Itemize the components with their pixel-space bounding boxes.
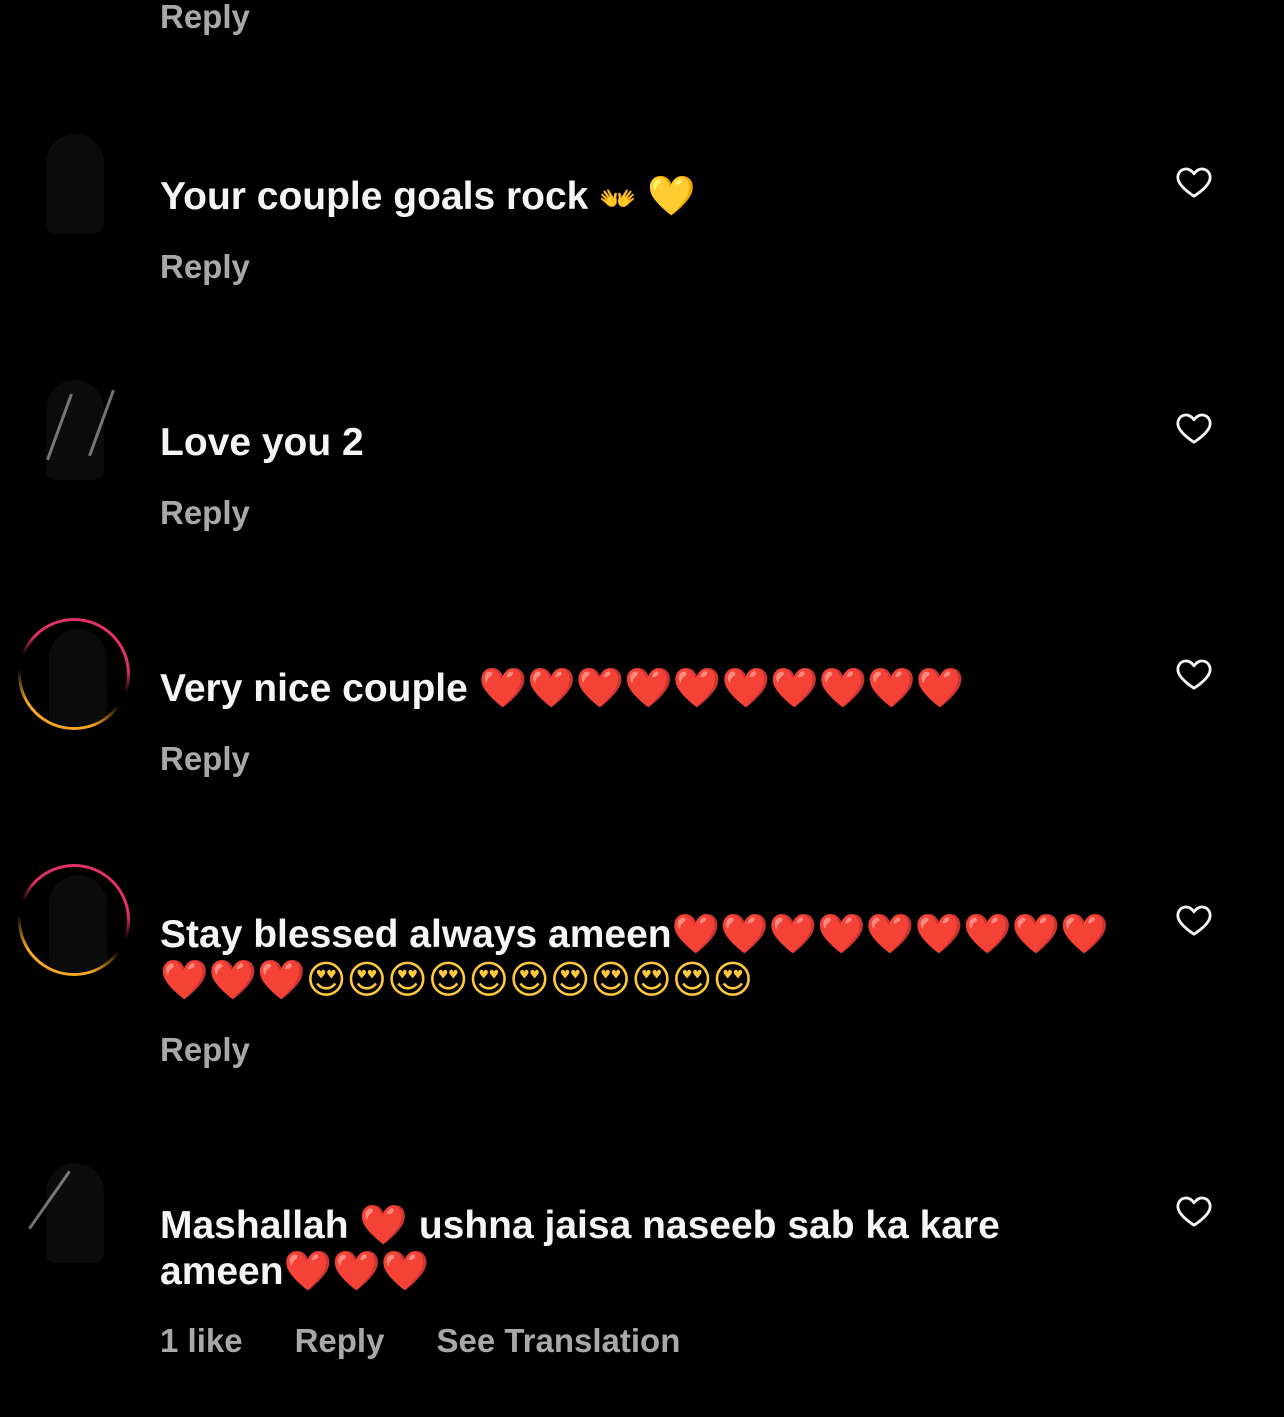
- red-heart-emoji: ❤️: [818, 666, 868, 711]
- comment-actions: Reply: [160, 494, 250, 532]
- comment-body-part1: Mashallah: [160, 1204, 349, 1247]
- red-heart-emoji: ❤️: [768, 912, 818, 957]
- red-heart-emoji: ❤️: [1011, 912, 1061, 957]
- avatar[interactable]: [18, 1155, 130, 1267]
- avatar-silhouette: [49, 875, 107, 973]
- avatar-story-ring[interactable]: [18, 618, 130, 730]
- red-heart-emoji: ❤️: [672, 666, 722, 711]
- red-heart-emoji: ❤️: [359, 1203, 408, 1248]
- red-heart-emoji: ❤️: [720, 912, 769, 957]
- heart-eyes-emoji: 😍: [427, 958, 469, 1003]
- heart-eyes-emoji: 😍: [590, 958, 632, 1003]
- reply-button[interactable]: Reply: [160, 494, 250, 532]
- red-heart-emoji: ❤️: [770, 666, 819, 711]
- heart-eyes-emoji: 😍: [468, 958, 510, 1003]
- comment-actions: 1 like Reply See Translation: [160, 1322, 680, 1360]
- red-heart-emoji: ❤️: [624, 666, 673, 711]
- yellow-heart-emoji: 💛: [647, 174, 696, 219]
- like-count[interactable]: 1 like: [160, 1322, 243, 1360]
- avatar-story-ring[interactable]: [18, 864, 130, 976]
- see-translation-button[interactable]: See Translation: [436, 1322, 680, 1360]
- heart-outline-icon[interactable]: [1174, 162, 1214, 202]
- red-heart-emoji: ❤️: [478, 666, 528, 711]
- red-heart-emoji: ❤️: [160, 958, 209, 1003]
- red-heart-emoji: ❤️: [575, 666, 625, 711]
- red-heart-emoji: ❤️: [527, 666, 576, 711]
- heart-eyes-emoji: 😍: [509, 958, 550, 1003]
- red-heart-emoji: ❤️: [671, 912, 721, 957]
- red-heart-emoji: ❤️: [283, 1249, 333, 1294]
- red-heart-emoji: ❤️: [867, 666, 916, 711]
- comment-actions: Reply: [160, 248, 250, 286]
- comment-text: Very nice couple ❤️❤️❤️❤️❤️❤️❤️❤️❤️❤️: [160, 666, 1120, 712]
- red-heart-emoji: ❤️: [380, 1249, 430, 1294]
- reply-button[interactable]: Reply: [160, 248, 250, 286]
- reply-button[interactable]: Reply: [160, 740, 250, 778]
- comment-text: Your couple goals rock 👐 💛: [160, 174, 1120, 223]
- reply-button[interactable]: Reply: [295, 1322, 385, 1360]
- comment-actions: Reply: [160, 740, 250, 778]
- comment-body: Stay blessed always ameen: [160, 913, 672, 956]
- red-heart-emoji: ❤️: [208, 958, 258, 1003]
- avatar[interactable]: [18, 126, 130, 238]
- red-heart-emoji: ❤️: [915, 666, 965, 711]
- heart-eyes-emoji: 😍: [305, 958, 347, 1003]
- red-heart-emoji: ❤️: [721, 666, 771, 711]
- heart-eyes-emoji: 😍: [387, 958, 428, 1003]
- heart-outline-icon[interactable]: [1174, 654, 1214, 694]
- heart-outline-icon[interactable]: [1174, 1191, 1214, 1231]
- avatar-silhouette: [49, 629, 107, 727]
- red-heart-emoji: ❤️: [817, 912, 866, 957]
- heart-eyes-emoji: 😍: [631, 958, 672, 1003]
- heart-eyes-emoji: 😍: [712, 958, 754, 1003]
- avatar-silhouette: [46, 380, 104, 480]
- open-hands-emoji: 👐: [599, 182, 637, 217]
- comment-actions: Reply: [160, 1031, 250, 1069]
- avatar[interactable]: [18, 372, 130, 484]
- red-heart-emoji: ❤️: [257, 958, 306, 1003]
- comment-text: Love you 2: [160, 420, 1120, 466]
- reply-button[interactable]: Reply: [160, 1031, 250, 1069]
- reply-button[interactable]: Reply: [160, 0, 250, 36]
- comment-text: Stay blessed always ameen❤️❤️❤️❤️❤️❤️❤️❤…: [160, 912, 1120, 1004]
- red-heart-emoji: ❤️: [865, 912, 915, 957]
- comment-body: Love you 2: [160, 421, 364, 464]
- heart-eyes-emoji: 😍: [671, 958, 713, 1003]
- heart-outline-icon[interactable]: [1174, 408, 1214, 448]
- red-heart-emoji: ❤️: [332, 1249, 381, 1294]
- red-heart-emoji: ❤️: [1060, 912, 1109, 957]
- avatar-silhouette: [46, 1163, 104, 1263]
- avatar-silhouette: [46, 134, 104, 234]
- comment-body: Your couple goals rock: [160, 175, 589, 218]
- heart-eyes-emoji: 😍: [549, 958, 591, 1003]
- red-heart-emoji: ❤️: [963, 912, 1012, 957]
- comment-text: Mashallah ❤️ ushna jaisa naseeb sab ka k…: [160, 1203, 1120, 1295]
- comment-body: Very nice couple: [160, 667, 468, 710]
- red-heart-emoji: ❤️: [914, 912, 964, 957]
- heart-outline-icon[interactable]: [1174, 900, 1214, 940]
- heart-eyes-emoji: 😍: [346, 958, 388, 1003]
